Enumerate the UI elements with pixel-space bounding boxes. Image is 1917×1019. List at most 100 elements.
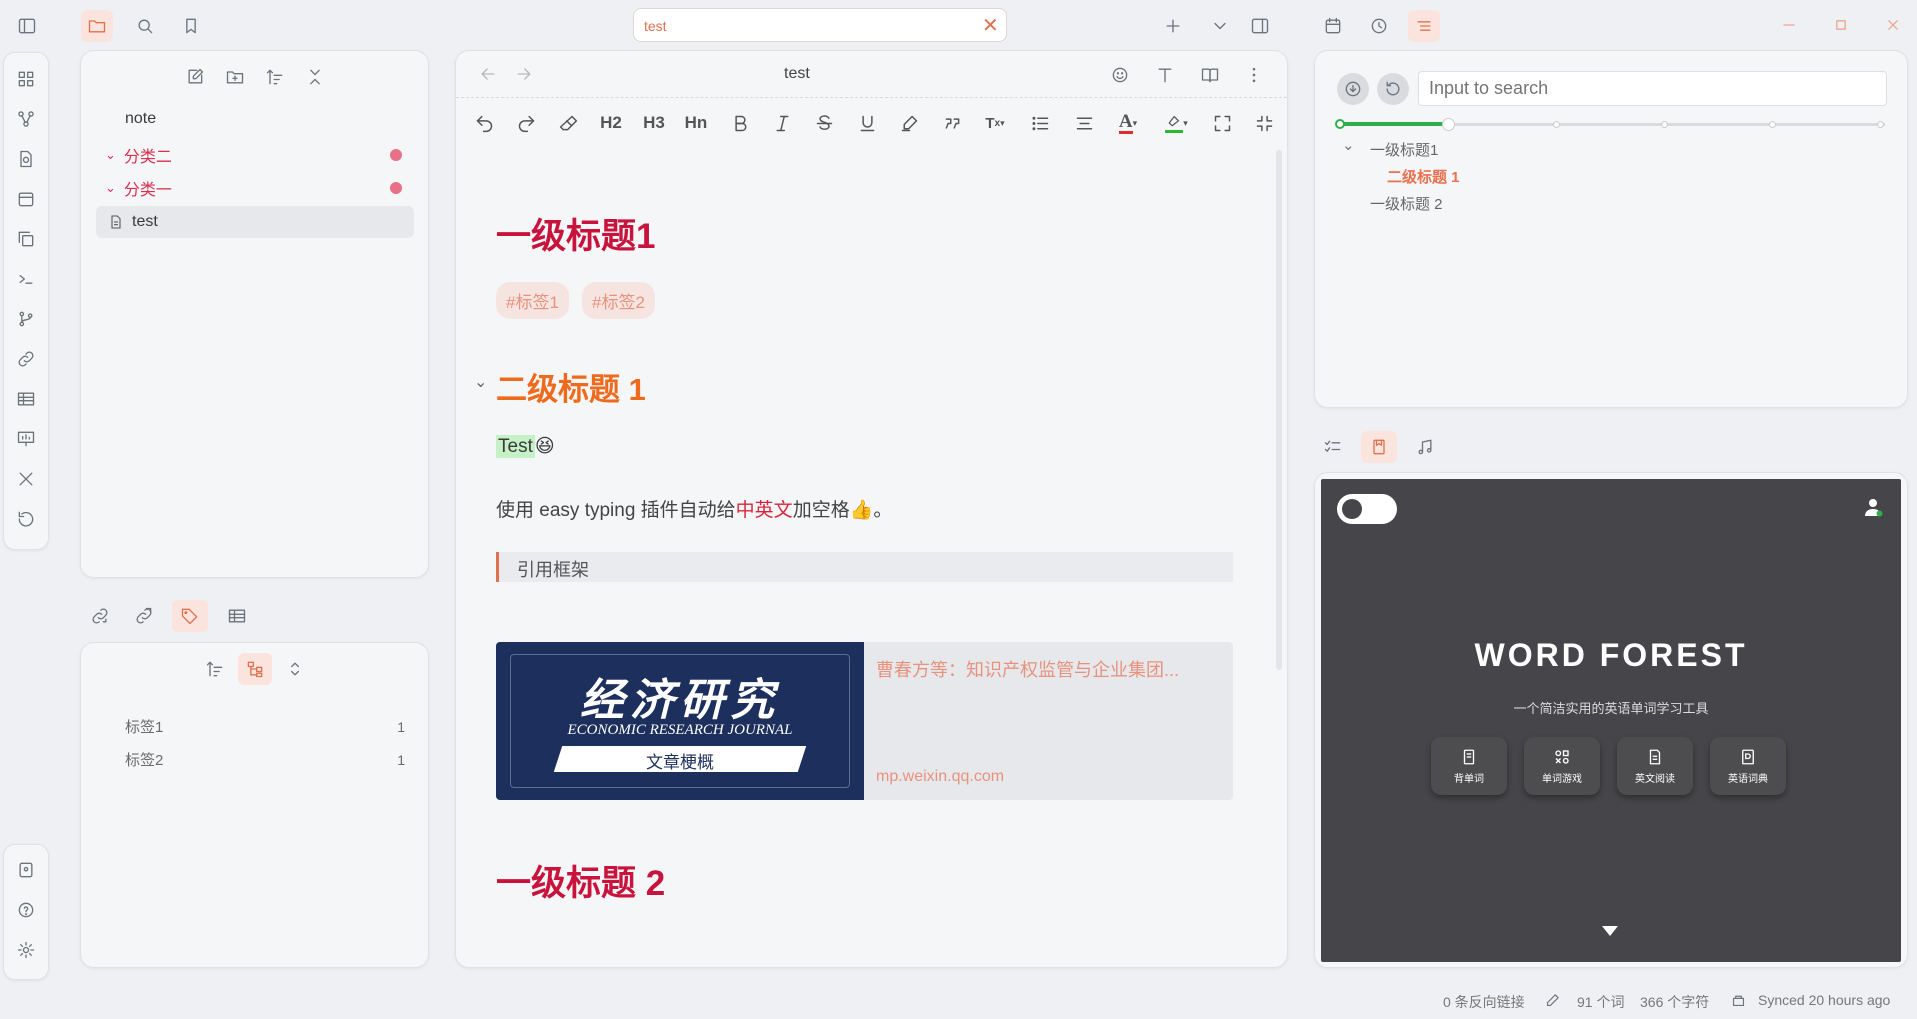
vault-switch-icon[interactable] <box>10 854 42 886</box>
tree-file-test[interactable]: test <box>96 206 414 238</box>
outgoing-links-icon[interactable] <box>127 600 161 632</box>
heading-n-button[interactable]: Hn <box>679 108 713 138</box>
clock-icon[interactable] <box>1363 10 1395 42</box>
fold-chevron-icon[interactable]: ⌄ <box>474 372 487 392</box>
slider-knob[interactable] <box>1442 118 1455 131</box>
new-tab-icon[interactable] <box>1157 10 1189 42</box>
canvas-icon[interactable] <box>10 63 42 95</box>
terminal-icon[interactable] <box>10 263 42 295</box>
presentation-icon[interactable] <box>10 423 42 455</box>
outline-search-input[interactable] <box>1419 72 1886 105</box>
tag-row[interactable]: 标签1 1 <box>125 716 405 737</box>
tag-pill[interactable]: #标签2 <box>582 282 655 319</box>
word-forest-tab-icon[interactable] <box>1361 431 1397 463</box>
outline-chevron-down-icon[interactable]: ⌄ <box>1342 136 1355 154</box>
bold-button[interactable] <box>724 108 756 138</box>
tab-test[interactable]: test ✕ <box>633 8 1007 42</box>
card-title[interactable]: 曹春方等：知识产权监管与企业集团... <box>876 656 1179 682</box>
heading-2-button[interactable]: H2 <box>594 108 628 138</box>
minimize-icon[interactable] <box>1774 10 1804 40</box>
help-icon[interactable] <box>10 894 42 926</box>
backlinks-icon[interactable] <box>83 600 117 632</box>
font-color-button[interactable]: A ▾ <box>1110 108 1146 138</box>
editor-scrollbar[interactable] <box>1276 150 1282 670</box>
forward-arrow-icon[interactable] <box>509 59 539 89</box>
outline-item-h2-active[interactable]: 二级标题 1 <box>1387 166 1460 187</box>
text-format-icon[interactable] <box>1149 59 1181 91</box>
music-icon[interactable] <box>1408 431 1442 463</box>
fullscreen-icon[interactable] <box>1206 108 1238 138</box>
table-icon[interactable] <box>10 383 42 415</box>
english-dictionary-button[interactable]: 英语词典 <box>1710 737 1786 795</box>
search-icon[interactable] <box>129 10 161 42</box>
calendar-icon[interactable] <box>1317 10 1349 42</box>
task-list-icon[interactable] <box>1316 431 1350 463</box>
outline-icon[interactable] <box>1408 10 1440 42</box>
sort-icon[interactable] <box>259 61 291 93</box>
more-options-icon[interactable] <box>1238 59 1270 91</box>
graph-icon[interactable] <box>10 103 42 135</box>
edit-pencil-icon[interactable] <box>1541 989 1563 1011</box>
background-color-button[interactable]: ▾ <box>1158 108 1194 138</box>
download-icon[interactable] <box>1337 73 1369 105</box>
reading-view-icon[interactable] <box>1194 59 1226 91</box>
word-game-button[interactable]: 单词游戏 <box>1524 737 1600 795</box>
sidebar-toggle-icon[interactable] <box>12 11 42 41</box>
exit-fullscreen-icon[interactable] <box>1248 108 1280 138</box>
nested-tags-icon[interactable] <box>238 653 272 685</box>
heading-3-button[interactable]: H3 <box>637 108 671 138</box>
history-icon[interactable] <box>10 503 42 535</box>
tag-row[interactable]: 标签2 1 <box>125 749 405 770</box>
list-button[interactable] <box>1022 108 1058 138</box>
new-note-icon[interactable] <box>179 61 211 93</box>
status-backlinks[interactable]: 0 条反向链接 <box>1443 992 1525 1012</box>
outline-item-h1[interactable]: 一级标题1 <box>1370 139 1438 160</box>
settings-gear-icon[interactable] <box>10 934 42 966</box>
quote-button[interactable] <box>936 108 968 138</box>
refresh-icon[interactable] <box>1377 73 1409 105</box>
git-branch-icon[interactable] <box>10 303 42 335</box>
tags-icon[interactable] <box>172 600 208 632</box>
file-search-icon[interactable] <box>10 143 42 175</box>
scroll-down-icon[interactable] <box>1602 926 1618 936</box>
italic-button[interactable] <box>766 108 798 138</box>
card-url[interactable]: mp.weixin.qq.com <box>876 768 1004 786</box>
daily-note-icon[interactable] <box>10 183 42 215</box>
table-view-icon[interactable] <box>220 600 254 632</box>
dark-mode-toggle[interactable] <box>1337 494 1397 524</box>
status-sync[interactable]: Synced 20 hours ago <box>1758 992 1890 1008</box>
tree-folder-category-one[interactable]: ⌄ 分类一 <box>105 176 172 200</box>
back-arrow-icon[interactable] <box>473 59 503 89</box>
expand-collapse-icon[interactable] <box>279 653 311 685</box>
tab-list-chevron-down-icon[interactable] <box>1204 10 1236 42</box>
close-window-icon[interactable] <box>1878 10 1908 40</box>
highlighter-icon[interactable] <box>893 108 925 138</box>
underline-button[interactable] <box>851 108 883 138</box>
outline-item-h1-second[interactable]: 一级标题 2 <box>1370 193 1443 214</box>
maximize-icon[interactable] <box>1826 10 1856 40</box>
files-icon[interactable] <box>81 10 113 42</box>
bookmark-icon[interactable] <box>175 10 207 42</box>
sort-tags-icon[interactable] <box>199 653 231 685</box>
tree-item-note[interactable]: note <box>125 110 156 128</box>
superscript-button[interactable]: Tx ▾ <box>977 108 1013 138</box>
new-folder-icon[interactable] <box>219 61 251 93</box>
undo-icon[interactable] <box>468 108 500 138</box>
eraser-icon[interactable] <box>552 108 584 138</box>
right-sidebar-toggle-icon[interactable] <box>1244 10 1276 42</box>
link-icon[interactable] <box>10 343 42 375</box>
heading-level-slider[interactable] <box>1335 118 1885 131</box>
close-tab-icon[interactable]: ✕ <box>982 13 999 38</box>
outline-search-box[interactable] <box>1418 71 1887 106</box>
memorize-words-button[interactable]: 背单词 <box>1431 737 1507 795</box>
english-reading-button[interactable]: 英文阅读 <box>1617 737 1693 795</box>
collapse-all-icon[interactable] <box>299 61 331 93</box>
emoji-icon[interactable] <box>1104 59 1136 91</box>
link-card[interactable]: 经济研究 ECONOMIC RESEARCH JOURNAL 文章梗概 曹春方等… <box>496 642 1233 800</box>
user-icon[interactable] <box>1861 495 1885 519</box>
sync-icon[interactable] <box>1727 989 1749 1011</box>
strikethrough-button[interactable] <box>808 108 840 138</box>
tag-pill[interactable]: #标签1 <box>496 282 569 319</box>
copy-icon[interactable] <box>10 223 42 255</box>
tree-folder-category-two[interactable]: ⌄ 分类二 <box>105 143 172 167</box>
